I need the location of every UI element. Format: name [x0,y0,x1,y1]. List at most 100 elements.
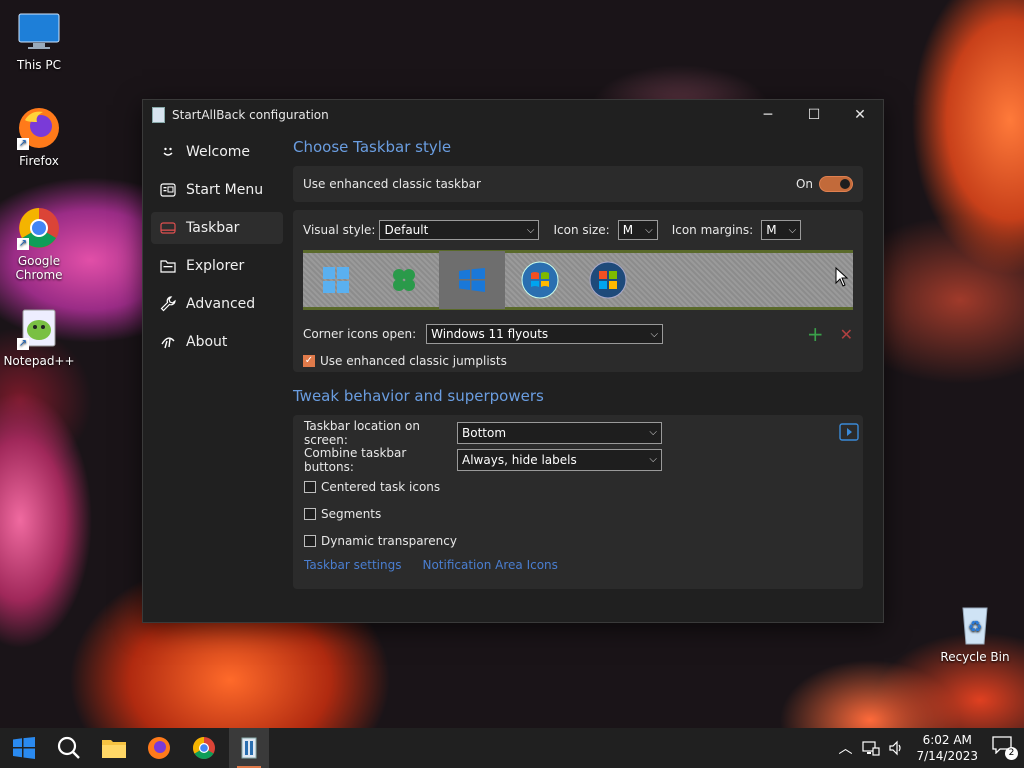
windows-10-icon [459,268,485,292]
desktop-icon-this-pc[interactable]: This PC [1,10,77,72]
enhanced-taskbar-switch[interactable]: On [796,176,853,192]
segments-checkbox[interactable] [304,507,316,520]
windows-7-orb-icon [521,261,559,299]
sidebar-item-about[interactable]: About [151,326,283,358]
desktop-icon-firefox[interactable]: ↗ Firefox [1,106,77,168]
taskbar-location-value: Bottom [462,425,507,440]
about-icon [160,334,176,350]
desktop-icon-chrome[interactable]: ↗ Google Chrome [1,206,77,282]
icon-margins-select[interactable]: M ⌵ [761,220,802,240]
enhanced-taskbar-label: Use enhanced classic taskbar [303,177,481,191]
sidebar-item-label: Welcome [186,144,251,160]
clock-time: 6:02 AM [922,733,972,747]
app-icon [152,107,165,123]
windows-11-icon [323,267,349,293]
remove-icon[interactable]: ✕ [840,325,853,344]
sidebar-item-advanced[interactable]: Advanced [151,288,283,320]
taskbar-firefox[interactable] [139,728,179,768]
windows-vista-orb-icon [589,261,627,299]
startallback-window: StartAllBack configuration ─ ☐ ✕ Welcome… [142,99,884,623]
segments-option[interactable]: Segments [293,500,863,527]
start-button[interactable] [4,728,44,768]
recycle-bin-icon: ♻ [953,602,997,646]
notification-center-button[interactable]: 2 [992,736,1018,760]
icon-size-value: M [622,223,634,237]
enhanced-jumplists-label: Use enhanced classic jumplists [320,354,507,368]
dynamic-transparency-checkbox[interactable] [304,534,316,547]
close-button[interactable]: ✕ [837,100,883,130]
style-option-windows-10[interactable] [439,251,505,309]
segments-label: Segments [321,506,382,521]
corner-icons-value: Windows 11 flyouts [431,327,549,341]
toggle-knob [840,179,850,189]
desktop-icon-notepadpp[interactable]: ↗ Notepad++ [1,306,77,368]
chevron-down-icon: ⌵ [649,454,657,465]
sidebar-item-label: Start Menu [186,182,264,198]
centered-icons-checkbox[interactable] [304,480,316,493]
taskbar-style-picker [303,250,853,310]
tweaks-heading: Tweak behavior and superpowers [293,387,544,405]
dynamic-transparency-option[interactable]: Dynamic transparency [293,527,863,554]
chevron-down-icon: ⌵ [788,224,797,236]
chevron-down-icon: ⌵ [650,328,659,340]
corner-icons-select[interactable]: Windows 11 flyouts ⌵ [426,324,664,344]
sidebar: Welcome Start Menu Taskbar Explorer Adva… [151,136,283,364]
clock[interactable]: 6:02 AM 7/14/2023 [916,732,978,764]
combine-buttons-label: Combine taskbar buttons: [304,445,407,474]
desktop-icon-label: Notepad++ [3,354,75,368]
file-explorer-icon [102,740,126,758]
network-icon[interactable] [862,740,881,756]
combine-buttons-select[interactable]: Always, hide labels ⌵ [457,448,662,471]
taskbar-style-heading: Choose Taskbar style [293,138,452,156]
sidebar-item-welcome[interactable]: Welcome [151,136,283,168]
notepadpp-icon: ↗ [17,306,61,350]
tweaks-card: Taskbar location on screen: Bottom ⌵ Com… [293,415,863,589]
sidebar-item-label: Explorer [186,258,245,274]
title-bar[interactable]: StartAllBack configuration ─ ☐ ✕ [143,100,883,130]
taskbar-location-select[interactable]: Bottom ⌵ [457,421,662,444]
start-menu-icon [160,182,176,198]
icon-size-label: Icon size: [553,223,610,237]
chevron-down-icon: ⌵ [649,427,657,438]
visual-style-select[interactable]: Default ⌵ [379,220,540,240]
taskbar-settings-link[interactable]: Taskbar settings [304,558,401,572]
desktop-icon-label: Firefox [19,154,59,168]
firefox-icon: ↗ [17,106,61,150]
sidebar-item-explorer[interactable]: Explorer [151,250,283,282]
minimize-button[interactable]: ─ [745,100,791,130]
add-icon[interactable]: + [807,322,824,346]
dynamic-transparency-label: Dynamic transparency [321,533,457,548]
folder-icon [160,258,176,274]
sidebar-item-taskbar[interactable]: Taskbar [151,212,283,244]
enhanced-jumplists-checkbox[interactable]: ✓ [303,355,315,367]
search-button[interactable] [49,728,89,768]
smile-icon [160,144,176,160]
icon-margins-value: M [766,223,777,237]
sidebar-item-start-menu[interactable]: Start Menu [151,174,283,206]
desktop-icon-recycle-bin[interactable]: ♻ Recycle Bin [937,602,1013,664]
icon-margins-label: Icon margins: [671,223,754,237]
icon-size-select[interactable]: M ⌵ [617,220,658,240]
centered-icons-label: Centered task icons [321,479,441,494]
desktop-icon-label: Recycle Bin [940,650,1010,664]
centered-icons-option[interactable]: Centered task icons [293,473,863,500]
taskbar-file-explorer[interactable] [94,728,134,768]
show-hidden-icons-chevron-up-icon[interactable]: ︿ [838,738,852,758]
notification-area-icons-link[interactable]: Notification Area Icons [422,558,557,572]
maximize-button[interactable]: ☐ [791,100,837,130]
style-option-windows-7[interactable] [507,251,573,309]
clock-date: 7/14/2023 [916,749,978,763]
windows-logo-icon [13,737,35,759]
visual-style-label: Visual style: [303,223,376,237]
taskbar-chrome[interactable] [184,728,224,768]
volume-icon[interactable] [888,740,904,756]
shortcut-arrow-icon: ↗ [17,138,29,150]
enhanced-taskbar-toggle[interactable] [819,176,853,192]
taskbar-startallback[interactable] [229,728,269,768]
sidebar-item-label: Advanced [186,296,256,312]
style-option-clover[interactable] [371,251,437,309]
play-video-icon[interactable] [839,423,859,441]
style-option-windows-11[interactable] [303,251,369,309]
style-option-windows-vista[interactable] [575,251,641,309]
enhanced-jumplists-option[interactable]: ✓ Use enhanced classic jumplists [293,350,863,372]
